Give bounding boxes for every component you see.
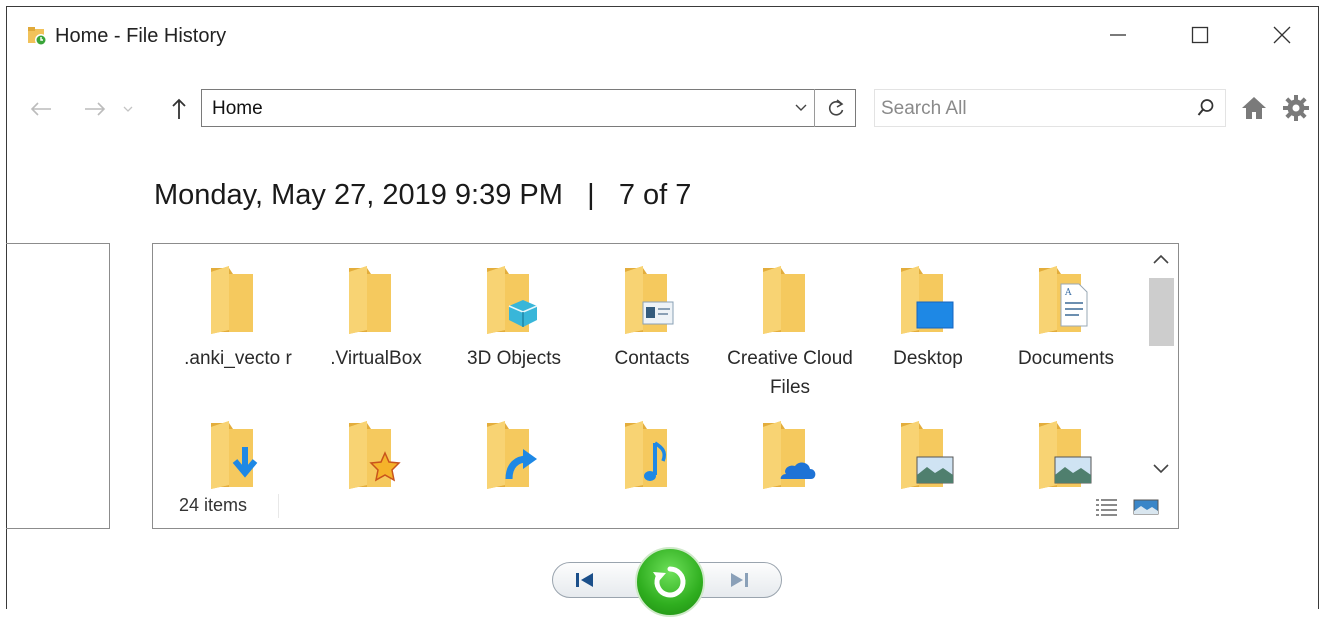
folder-icon bbox=[211, 266, 253, 334]
search-icon[interactable] bbox=[1197, 98, 1215, 123]
details-view-icon[interactable] bbox=[1095, 497, 1119, 522]
restore-button[interactable] bbox=[635, 547, 705, 617]
up-button[interactable] bbox=[165, 95, 193, 123]
folder-desktop-icon bbox=[901, 266, 954, 334]
item-label: .anki_vecto r bbox=[184, 348, 292, 369]
folder-links-icon bbox=[487, 421, 537, 489]
back-button[interactable] bbox=[27, 95, 55, 123]
list-item[interactable]: A Documents bbox=[1001, 262, 1131, 373]
file-history-app-icon bbox=[27, 25, 49, 47]
list-item[interactable] bbox=[587, 417, 717, 499]
address-dropdown-button[interactable] bbox=[788, 90, 814, 126]
gear-icon[interactable] bbox=[1282, 94, 1310, 127]
search-placeholder: Search All bbox=[881, 98, 967, 119]
next-version-icon[interactable] bbox=[728, 572, 750, 593]
snapshot-date: Monday, May 27, 2019 9:39 PM bbox=[154, 179, 563, 211]
file-history-window: Home - File History Home Search All Mond… bbox=[6, 6, 1319, 617]
folder-contacts-icon bbox=[625, 266, 674, 334]
list-item[interactable] bbox=[173, 417, 303, 499]
folder-icon bbox=[763, 266, 805, 334]
previous-snapshot-panel[interactable] bbox=[6, 243, 110, 529]
previous-version-icon[interactable] bbox=[574, 572, 596, 593]
list-item[interactable] bbox=[311, 417, 441, 499]
list-item[interactable]: .VirtualBox bbox=[311, 262, 441, 373]
forward-button[interactable] bbox=[81, 95, 109, 123]
folder-onedrive-icon bbox=[763, 421, 816, 489]
list-item[interactable]: 3D Objects bbox=[449, 262, 579, 373]
folder-music-icon bbox=[625, 421, 667, 489]
item-label: .VirtualBox bbox=[330, 348, 422, 369]
scroll-up-icon[interactable] bbox=[1152, 252, 1170, 270]
snapshot-content-panel: .anki_vecto r .VirtualBox 3D Objects Contac… bbox=[152, 243, 1179, 529]
home-icon[interactable] bbox=[1240, 95, 1268, 126]
refresh-button[interactable] bbox=[814, 89, 857, 127]
list-item[interactable]: .anki_vecto r bbox=[173, 262, 303, 373]
item-label: Contacts bbox=[614, 348, 690, 369]
maximize-button[interactable] bbox=[1177, 15, 1223, 55]
item-label: Creative Cloud Files bbox=[727, 348, 853, 398]
item-label: Documents bbox=[1017, 348, 1115, 369]
close-button[interactable] bbox=[1259, 15, 1305, 55]
folder-pictures-icon bbox=[901, 421, 954, 489]
scroll-down-icon[interactable] bbox=[1152, 462, 1170, 480]
heading-separator: | bbox=[587, 179, 595, 211]
recent-locations-button[interactable] bbox=[119, 95, 137, 123]
list-item[interactable] bbox=[863, 417, 993, 499]
playback-controls bbox=[552, 547, 784, 617]
list-item[interactable]: Desktop bbox=[863, 262, 993, 373]
minimize-button[interactable] bbox=[1095, 15, 1141, 55]
item-count: 24 items bbox=[179, 495, 248, 515]
navigation-bar: Home Search All bbox=[7, 89, 1318, 129]
folder-3d-objects-icon bbox=[487, 266, 538, 334]
item-label: 3D Objects bbox=[467, 348, 561, 369]
list-item[interactable] bbox=[725, 417, 855, 499]
address-text: Home bbox=[212, 98, 263, 119]
title-bar: Home - File History bbox=[7, 7, 1318, 65]
list-item[interactable] bbox=[1001, 417, 1131, 499]
search-box[interactable]: Search All bbox=[874, 89, 1226, 127]
list-item[interactable] bbox=[449, 417, 579, 499]
folder-documents-icon: A bbox=[1039, 266, 1088, 334]
address-bar[interactable]: Home bbox=[201, 89, 856, 127]
list-item[interactable]: Creative Cloud Files bbox=[725, 262, 855, 402]
snapshot-heading: Monday, May 27, 2019 9:39 PM | 7 of 7 bbox=[154, 179, 691, 212]
vertical-scrollbar[interactable] bbox=[1145, 244, 1178, 528]
scrollbar-thumb[interactable] bbox=[1149, 278, 1174, 346]
large-icons-view-icon[interactable] bbox=[1133, 499, 1159, 520]
svg-text:A: A bbox=[1064, 288, 1072, 298]
status-divider bbox=[278, 494, 279, 518]
folder-favorites-icon bbox=[349, 421, 401, 489]
window-title: Home - File History bbox=[55, 25, 227, 47]
folder-icon bbox=[349, 266, 391, 334]
folder-downloads-icon bbox=[211, 421, 258, 489]
list-item[interactable]: Contacts bbox=[587, 262, 717, 373]
snapshot-position: 7 of 7 bbox=[618, 179, 692, 211]
folder-pictures-icon bbox=[1039, 421, 1092, 489]
item-label: Desktop bbox=[893, 348, 963, 369]
